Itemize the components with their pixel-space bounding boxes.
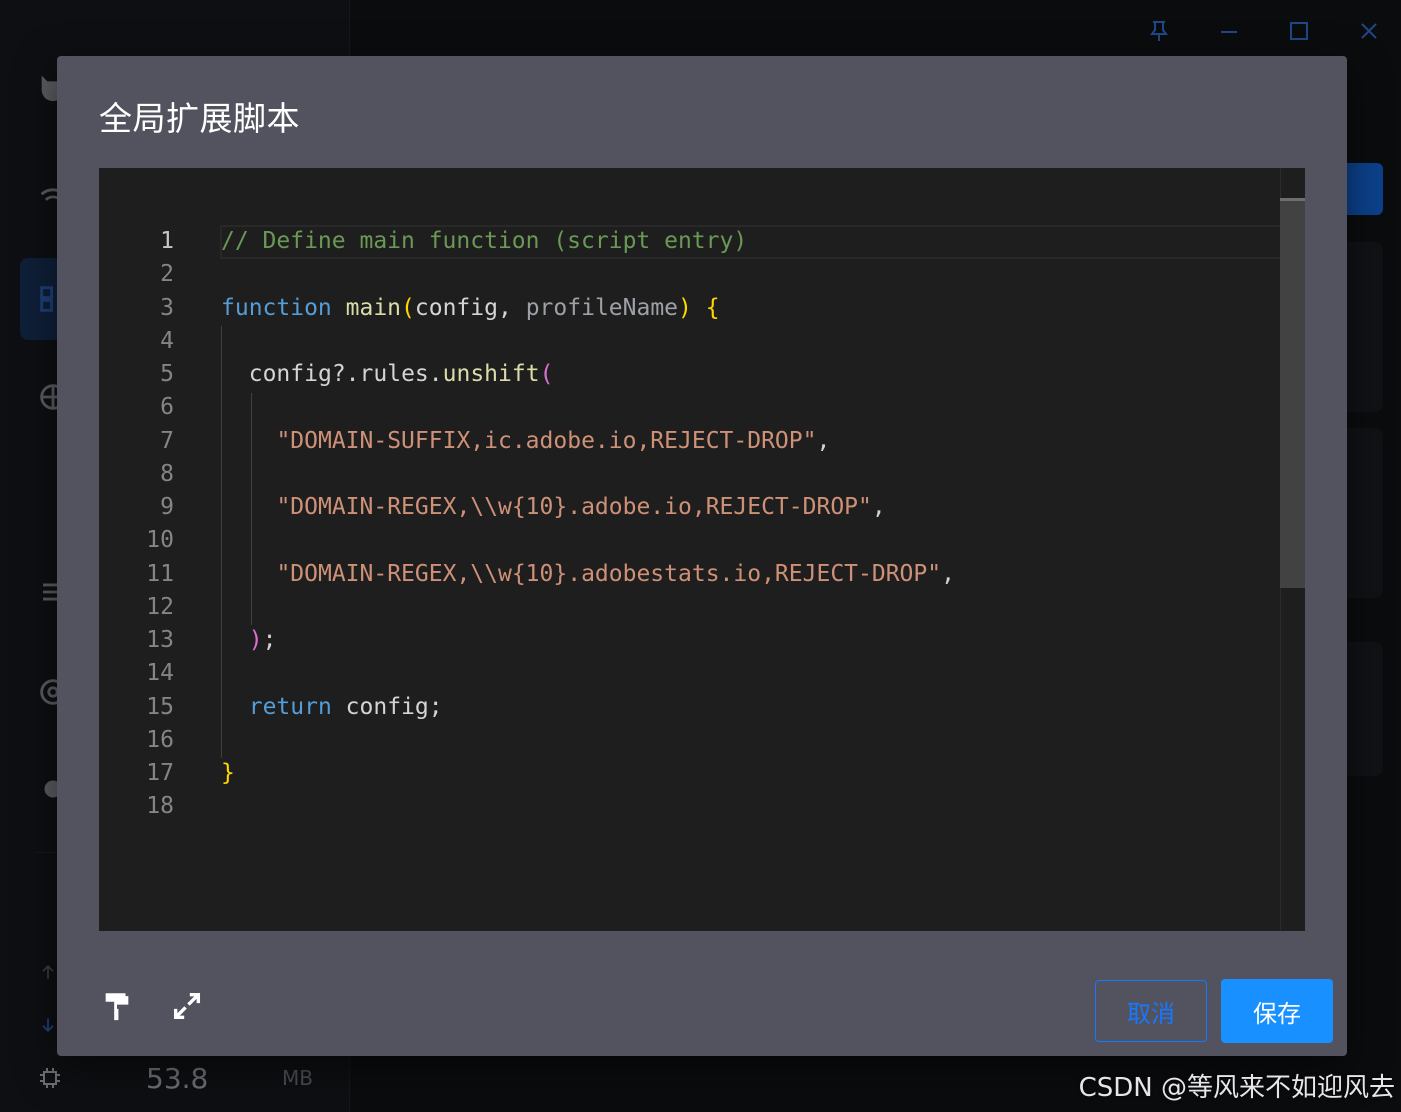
cancel-button[interactable]: 取消: [1095, 980, 1207, 1042]
expand-icon[interactable]: [167, 986, 207, 1026]
editor-scrollbar-thumb[interactable]: [1280, 198, 1305, 588]
code-text: }: [221, 760, 235, 786]
line-number: 2: [160, 261, 174, 288]
code-text: );: [248, 627, 277, 653]
code-line[interactable]: 17}: [99, 757, 1279, 790]
format-paint-icon[interactable]: [97, 986, 137, 1026]
line-number: 1: [160, 228, 174, 254]
line-number: 18: [146, 793, 174, 820]
line-number: 7: [160, 427, 174, 454]
editor-scrollbar-track[interactable]: [1280, 168, 1305, 931]
code-editor[interactable]: 1 // Define main function (script entry) 2…: [99, 168, 1305, 931]
code-line[interactable]: 15 return config;: [99, 691, 1279, 724]
code-line[interactable]: 4: [99, 325, 1279, 358]
line-number: 5: [160, 361, 174, 387]
code-line[interactable]: 14: [99, 657, 1279, 690]
code-line[interactable]: 5 config?.rules.unshift(: [99, 358, 1279, 391]
watermark: CSDN @等风来不如迎风去: [1078, 1073, 1395, 1103]
line-number: 15: [146, 693, 174, 720]
code-line[interactable]: 12: [99, 591, 1279, 624]
code-text: // Define main function (script entry): [221, 228, 748, 254]
code-line[interactable]: 11 "DOMAIN-REGEX,\\w{10}.adobestats.io,R…: [99, 558, 1279, 591]
line-number: 8: [160, 460, 174, 487]
code-text: config?.rules.unshift(: [248, 361, 554, 387]
line-number: 12: [146, 593, 174, 620]
line-number: 16: [146, 726, 174, 753]
global-script-dialog: 全局扩展脚本 1 // Define main function (script …: [57, 56, 1347, 1056]
dialog-title: 全局扩展脚本: [99, 99, 300, 138]
line-number: 14: [146, 660, 174, 687]
line-number: 3: [160, 294, 174, 321]
code-line[interactable]: 16: [99, 724, 1279, 757]
code-text: "DOMAIN-SUFFIX,ic.adobe.io,REJECT-DROP",: [276, 427, 831, 454]
code-line[interactable]: 10: [99, 524, 1279, 557]
code-line[interactable]: 18: [99, 790, 1279, 823]
code-text: return config;: [248, 693, 443, 720]
code-line[interactable]: 7 "DOMAIN-SUFFIX,ic.adobe.io,REJECT-DROP…: [99, 425, 1279, 458]
line-number: 17: [146, 760, 174, 786]
line-number: 13: [146, 627, 174, 653]
line-number: 10: [146, 527, 174, 554]
code-line[interactable]: 3 function main(config, profileName) {: [99, 292, 1279, 325]
line-number: 11: [146, 560, 174, 587]
code-text: "DOMAIN-REGEX,\\w{10}.adobestats.io,REJE…: [276, 560, 955, 587]
code-text: function main(config, profileName) {: [221, 294, 720, 321]
code-line[interactable]: 1 // Define main function (script entry): [99, 225, 1279, 258]
code-line[interactable]: 2: [99, 258, 1279, 291]
line-number: 6: [160, 394, 174, 421]
code-line[interactable]: 8: [99, 458, 1279, 491]
code-text: "DOMAIN-REGEX,\\w{10}.adobe.io,REJECT-DR…: [276, 494, 886, 520]
line-number: 4: [160, 327, 174, 354]
save-button[interactable]: 保存: [1221, 979, 1333, 1043]
code-line[interactable]: 13 );: [99, 624, 1279, 657]
scrollbar-cursor-marker: [1280, 198, 1305, 201]
code-line[interactable]: 6: [99, 391, 1279, 424]
line-number: 9: [160, 494, 174, 520]
code-line[interactable]: 9 "DOMAIN-REGEX,\\w{10}.adobe.io,REJECT-…: [99, 491, 1279, 524]
